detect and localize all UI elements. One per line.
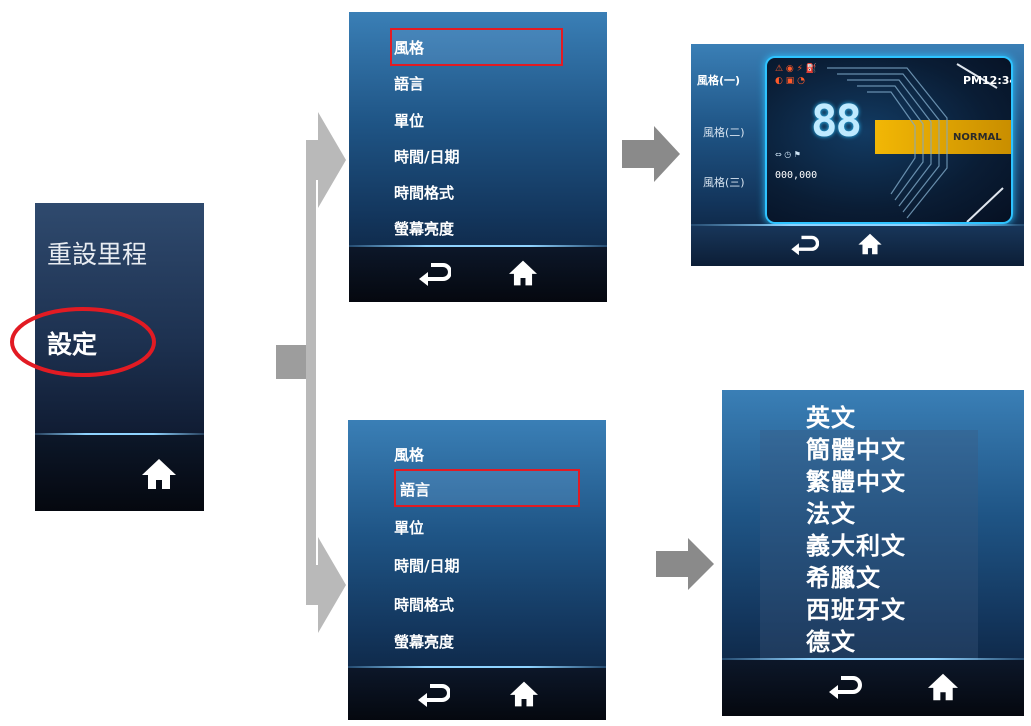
gauge-preview: ⚠ ◉ ⚡ ⛽ ◐ ▣ ◔ PM12:34 88 NORMAL 000,000 … (765, 56, 1013, 224)
nav-bar (348, 668, 606, 720)
back-icon[interactable] (789, 234, 819, 256)
language-option-french[interactable]: 法文 (806, 494, 856, 529)
style-screen: 風格(一) 風格(二) 風格(三) ⚠ ◉ ⚡ ⛽ ◐ ▣ ◔ PM12:34 … (691, 44, 1024, 266)
connector-trunk (306, 165, 316, 605)
style-option-2[interactable]: 風格(二) (703, 124, 745, 140)
arrow-head-top (318, 112, 346, 208)
nav-bar (722, 660, 1024, 716)
warning-icons-row: ⚠ ◉ ⚡ ⛽ (775, 64, 818, 74)
home-icon[interactable] (140, 457, 178, 491)
menu-item-brightness[interactable]: 螢幕亮度 (394, 631, 454, 652)
style-option-3[interactable]: 風格(三) (703, 174, 745, 190)
back-icon[interactable] (417, 261, 451, 287)
gauge-ride-mode: NORMAL (953, 132, 1002, 143)
menu-item-unit[interactable]: 單位 (394, 110, 424, 131)
menu-item-datetime[interactable]: 時間/日期 (394, 555, 459, 576)
gauge-odometer: 000,000 (775, 170, 818, 181)
menu-item-style[interactable]: 風格 (394, 37, 424, 58)
back-icon[interactable] (416, 682, 450, 708)
back-icon[interactable] (826, 674, 862, 700)
menu-item-datetime[interactable]: 時間/日期 (394, 146, 459, 167)
language-option-greek[interactable]: 希臘文 (806, 558, 881, 593)
gauge-clock: PM12:34 (963, 74, 1013, 87)
settings-screen-language: 風格 語言 單位 時間/日期 時間格式 螢幕亮度 (348, 420, 606, 720)
warning-icons-row-2: ◐ ▣ ◔ (775, 76, 805, 86)
nav-bar (691, 226, 1024, 266)
arrow-head-bottom (318, 537, 346, 633)
home-icon[interactable] (926, 672, 960, 702)
menu-item-time-format[interactable]: 時間格式 (394, 594, 454, 615)
style-option-1[interactable]: 風格(一) (697, 72, 740, 88)
language-option-italian[interactable]: 義大利文 (806, 526, 906, 561)
menu-item-language[interactable]: 語言 (400, 479, 430, 500)
menu-item-brightness[interactable]: 螢幕亮度 (394, 218, 454, 239)
language-option-spanish[interactable]: 西班牙文 (806, 590, 906, 625)
menu-item-style[interactable]: 風格 (394, 444, 424, 465)
language-option-german[interactable]: 德文 (806, 622, 856, 657)
home-icon[interactable] (507, 259, 539, 287)
nav-bar (349, 247, 607, 302)
home-icon[interactable] (857, 232, 883, 256)
menu-item-language[interactable]: 語言 (394, 73, 424, 94)
home-icon[interactable] (508, 680, 540, 708)
gauge-speed: 88 (811, 96, 862, 147)
reset-trip-menu-item[interactable]: 重設里程 (47, 235, 147, 271)
nav-bar (35, 435, 204, 511)
language-option-english[interactable]: 英文 (806, 398, 856, 433)
gauge-indicators: ⇔ ◷ ⚑ (775, 150, 801, 159)
settings-screen-style: 風格 語言 單位 時間/日期 時間格式 螢幕亮度 (349, 12, 607, 302)
language-option-simplified-chinese[interactable]: 簡體中文 (806, 430, 906, 465)
language-screen: 英文 簡體中文 繁體中文 法文 義大利文 希臘文 西班牙文 德文 (722, 390, 1024, 716)
language-option-traditional-chinese[interactable]: 繁體中文 (806, 462, 906, 497)
menu-item-time-format[interactable]: 時間格式 (394, 182, 454, 203)
menu-item-unit[interactable]: 單位 (394, 517, 424, 538)
settings-highlight-ellipse (10, 307, 156, 377)
